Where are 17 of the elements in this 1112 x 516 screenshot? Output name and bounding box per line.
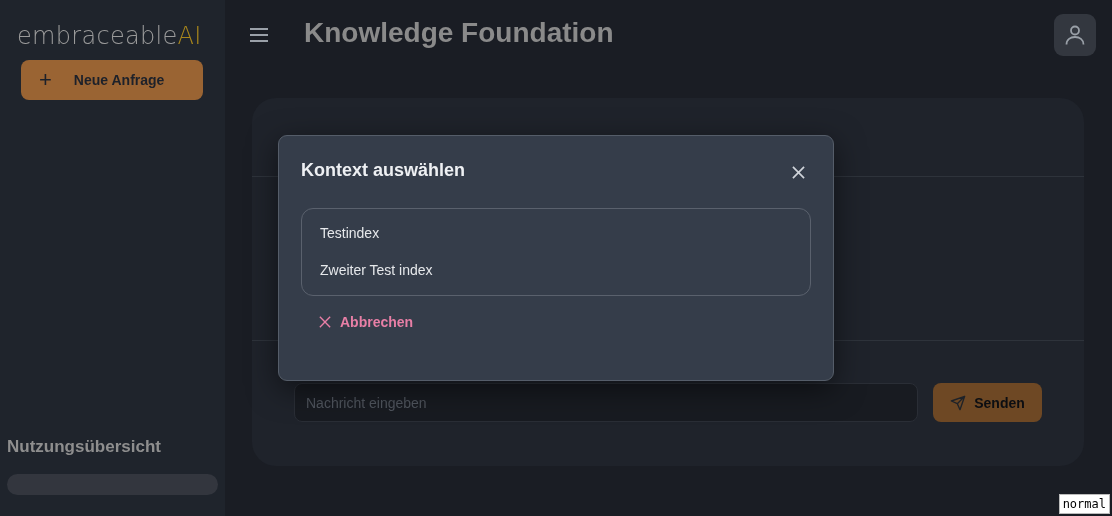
send-icon [950,394,967,411]
message-field[interactable]: Nachricht eingeben [294,383,918,422]
option-item[interactable]: Zweiter Test index [320,261,433,279]
page-title: Knowledge Foundation [304,17,615,49]
logo: embraceableAI [17,22,202,50]
send-button[interactable]: Senden [933,383,1042,422]
cancel-button[interactable]: Abbrechen [319,314,414,330]
usage-title: Nutzungsübersicht [7,437,162,457]
user-icon [1063,23,1087,47]
mode-label: normal [1058,494,1110,514]
menu-icon[interactable] [249,27,269,43]
option-item[interactable]: Testindex [320,224,380,242]
close-icon[interactable] [792,166,805,179]
close-icon [319,316,331,328]
user-button[interactable] [1054,14,1096,56]
dialog-title: Kontext auswählen [301,160,466,181]
new-request-button[interactable]: + Neue Anfrage [21,60,203,100]
